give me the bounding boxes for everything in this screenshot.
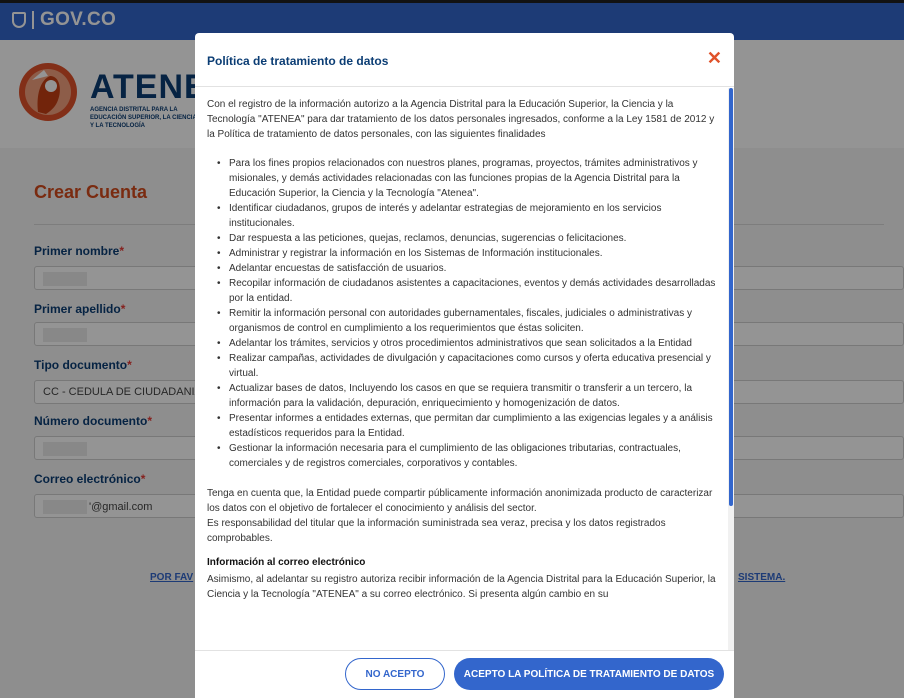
modal-scrollbar[interactable] (728, 88, 734, 650)
list-item: Identificar ciudadanos, grupos de interé… (217, 201, 722, 231)
modal-title: Política de tratamiento de datos (207, 54, 389, 68)
accept-policy-button[interactable]: ACEPTO LA POLÍTICA DE TRATAMIENTO DE DAT… (454, 658, 724, 690)
list-item: Gestionar la información necesaria para … (217, 441, 722, 471)
email-section-heading: Información al correo electrónico (207, 557, 366, 568)
purposes-list: Para los fines propios relacionados con … (207, 156, 722, 471)
list-item: Administrar y registrar la información e… (217, 246, 722, 261)
modal-footer: NO ACEPTO ACEPTO LA POLÍTICA DE TRATAMIE… (195, 650, 734, 698)
modal-header: Política de tratamiento de datos ✕ (195, 33, 734, 87)
email-section-text: Asimismo, al adelantar su registro autor… (207, 574, 716, 600)
modal-body[interactable]: Con el registro de la información autori… (195, 88, 734, 650)
list-item: Recopilar información de ciudadanos asis… (217, 276, 722, 306)
reject-button[interactable]: NO ACEPTO (345, 658, 445, 690)
list-item: Realizar campañas, actividades de divulg… (217, 351, 722, 381)
anonymized-note: Tenga en cuenta que, la Entidad puede co… (207, 488, 713, 514)
list-item: Presentar informes a entidades externas,… (217, 411, 722, 441)
close-icon[interactable]: ✕ (707, 49, 722, 67)
scrollbar-thumb[interactable] (729, 88, 733, 506)
list-item: Remitir la información personal con auto… (217, 306, 722, 336)
data-policy-modal: Política de tratamiento de datos ✕ Con e… (195, 33, 734, 698)
list-item: Dar respuesta a las peticiones, quejas, … (217, 231, 722, 246)
policy-intro: Con el registro de la información autori… (207, 99, 715, 140)
list-item: Adelantar los trámites, servicios y otro… (217, 336, 722, 351)
list-item: Actualizar bases de datos, Incluyendo lo… (217, 381, 722, 411)
list-item: Para los fines propios relacionados con … (217, 156, 722, 201)
responsibility-note: Es responsabilidad del titular que la in… (207, 518, 666, 544)
list-item: Adelantar encuestas de satisfacción de u… (217, 261, 722, 276)
